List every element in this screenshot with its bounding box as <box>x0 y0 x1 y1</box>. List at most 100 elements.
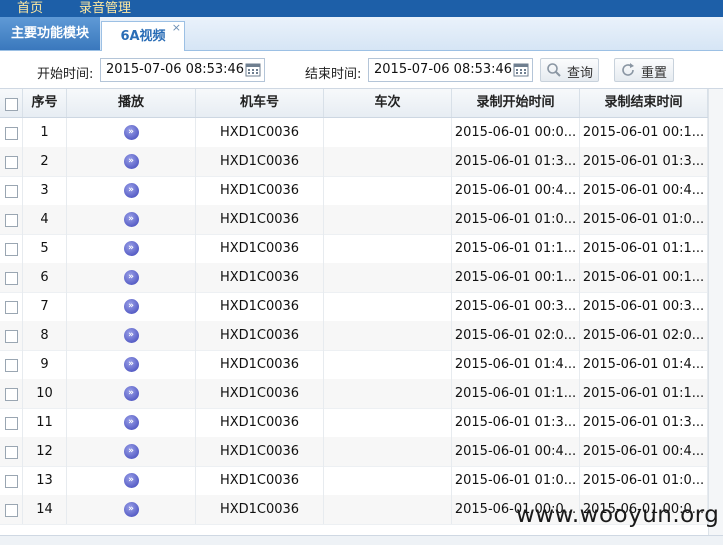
play-icon[interactable]: » <box>123 270 139 285</box>
row-checkbox[interactable] <box>5 475 18 488</box>
cell-end: 2015-06-01 00:1... <box>580 118 708 147</box>
vertical-scrollbar[interactable] <box>708 89 723 535</box>
cell-end: 2015-06-01 01:4... <box>580 350 708 379</box>
table-row[interactable]: 8 » HXD1C0036 2015-06-01 02:0... 2015-06-01 … <box>0 321 723 351</box>
table-row[interactable]: 4 » HXD1C0036 2015-06-01 01:0... 2015-06-01 … <box>0 205 723 235</box>
cell-start: 2015-06-01 00:0... <box>452 118 580 147</box>
tab-main-modules[interactable]: 主要功能模块 <box>0 17 100 50</box>
start-time-field[interactable]: 2015-07-06 08:53:46 <box>100 58 265 82</box>
cell-no: 2 <box>23 147 67 176</box>
cell-loco: HXD1C0036 <box>196 176 324 205</box>
close-icon[interactable]: × <box>172 13 181 42</box>
row-checkbox[interactable] <box>5 417 18 430</box>
table-row[interactable]: 10 » HXD1C0036 2015-06-01 01:1... 2015-06-01… <box>0 379 723 409</box>
play-cell: » <box>67 350 196 379</box>
column-header-end-time[interactable]: 录制结束时间 <box>580 89 708 117</box>
row-checkbox[interactable] <box>5 301 18 314</box>
play-icon[interactable]: » <box>123 299 139 314</box>
cell-loco: HXD1C0036 <box>196 379 324 408</box>
play-cell: » <box>67 408 196 437</box>
table-row[interactable]: 2 » HXD1C0036 2015-06-01 01:3... 2015-06-01 … <box>0 147 723 177</box>
play-cell: » <box>67 292 196 321</box>
row-checkbox-cell <box>0 437 23 466</box>
cell-train <box>324 466 452 495</box>
column-header-play[interactable]: 播放 <box>67 89 196 117</box>
nav-recording-management[interactable]: 录音管理 <box>79 0 131 16</box>
nav-home[interactable]: 首页 <box>17 0 43 16</box>
tab-6a-video[interactable]: 6A视频 × <box>101 21 185 51</box>
table-row[interactable]: 12 » HXD1C0036 2015-06-01 00:4... 2015-06-01… <box>0 437 723 467</box>
table-row[interactable]: 6 » HXD1C0036 2015-06-01 00:1... 2015-06-01 … <box>0 263 723 293</box>
table-row[interactable]: 9 » HXD1C0036 2015-06-01 01:4... 2015-06-01 … <box>0 350 723 380</box>
column-header-no[interactable]: 序号 <box>23 89 67 117</box>
row-checkbox[interactable] <box>5 156 18 169</box>
play-cell: » <box>67 234 196 263</box>
table-row[interactable]: 13 » HXD1C0036 2015-06-01 01:0... 2015-06-01… <box>0 466 723 496</box>
column-header-loco[interactable]: 机车号 <box>196 89 324 117</box>
table-row[interactable]: 11 » HXD1C0036 2015-06-01 01:3... 2015-06-01… <box>0 408 723 438</box>
play-icon[interactable]: » <box>123 473 139 488</box>
cell-loco: HXD1C0036 <box>196 321 324 350</box>
row-checkbox[interactable] <box>5 243 18 256</box>
query-button[interactable]: 查询 <box>540 58 599 82</box>
row-checkbox[interactable] <box>5 185 18 198</box>
watermark: www.wooyun.org <box>516 502 720 528</box>
table-row[interactable]: 5 » HXD1C0036 2015-06-01 01:1... 2015-06-01 … <box>0 234 723 264</box>
play-icon[interactable]: » <box>123 125 139 140</box>
cell-train <box>324 350 452 379</box>
row-checkbox[interactable] <box>5 359 18 372</box>
table-row[interactable]: 3 » HXD1C0036 2015-06-01 00:4... 2015-06-01 … <box>0 176 723 206</box>
query-button-label: 查询 <box>567 66 594 81</box>
cell-loco: HXD1C0036 <box>196 466 324 495</box>
column-header-train[interactable]: 车次 <box>324 89 452 117</box>
select-all-checkbox[interactable] <box>5 98 18 111</box>
play-icon[interactable]: » <box>123 183 139 198</box>
row-checkbox[interactable] <box>5 504 18 517</box>
row-checkbox-cell <box>0 495 23 524</box>
row-checkbox[interactable] <box>5 388 18 401</box>
reset-button[interactable]: 重置 <box>614 58 674 82</box>
play-icon[interactable]: » <box>123 502 139 517</box>
top-nav-bar: 首页 录音管理 <box>0 0 723 17</box>
cell-start: 2015-06-01 01:3... <box>452 147 580 176</box>
table-row[interactable]: 1 » HXD1C0036 2015-06-01 00:0... 2015-06-01 … <box>0 118 723 148</box>
play-icon[interactable]: » <box>123 241 139 256</box>
search-icon <box>547 63 561 77</box>
play-icon[interactable]: » <box>123 386 139 401</box>
cell-train <box>324 263 452 292</box>
play-icon[interactable]: » <box>123 212 139 227</box>
cell-no: 6 <box>23 263 67 292</box>
row-checkbox[interactable] <box>5 214 18 227</box>
table-row[interactable]: 7 » HXD1C0036 2015-06-01 00:3... 2015-06-01 … <box>0 292 723 322</box>
cell-no: 11 <box>23 408 67 437</box>
cell-start: 2015-06-01 00:3... <box>452 292 580 321</box>
row-checkbox[interactable] <box>5 446 18 459</box>
calendar-icon[interactable] <box>510 59 532 81</box>
row-checkbox[interactable] <box>5 330 18 343</box>
play-icon[interactable]: » <box>123 444 139 459</box>
play-cell: » <box>67 176 196 205</box>
play-cell: » <box>67 263 196 292</box>
cell-no: 9 <box>23 350 67 379</box>
column-header-start-time[interactable]: 录制开始时间 <box>452 89 580 117</box>
row-checkbox-cell <box>0 466 23 495</box>
start-time-label: 开始时间: <box>37 67 94 82</box>
start-time-value: 2015-07-06 08:53:46 <box>106 62 245 77</box>
row-checkbox[interactable] <box>5 127 18 140</box>
cell-no: 14 <box>23 495 67 524</box>
reset-button-label: 重置 <box>641 66 668 81</box>
cell-no: 3 <box>23 176 67 205</box>
cell-no: 5 <box>23 234 67 263</box>
row-checkbox[interactable] <box>5 272 18 285</box>
cell-end: 2015-06-01 00:4... <box>580 437 708 466</box>
cell-loco: HXD1C0036 <box>196 118 324 147</box>
play-icon[interactable]: » <box>123 154 139 169</box>
play-cell: » <box>67 321 196 350</box>
calendar-icon[interactable] <box>242 59 264 81</box>
cell-no: 7 <box>23 292 67 321</box>
play-icon[interactable]: » <box>123 357 139 372</box>
play-icon[interactable]: » <box>123 328 139 343</box>
cell-train <box>324 321 452 350</box>
play-icon[interactable]: » <box>123 415 139 430</box>
end-time-field[interactable]: 2015-07-06 08:53:46 <box>368 58 533 82</box>
